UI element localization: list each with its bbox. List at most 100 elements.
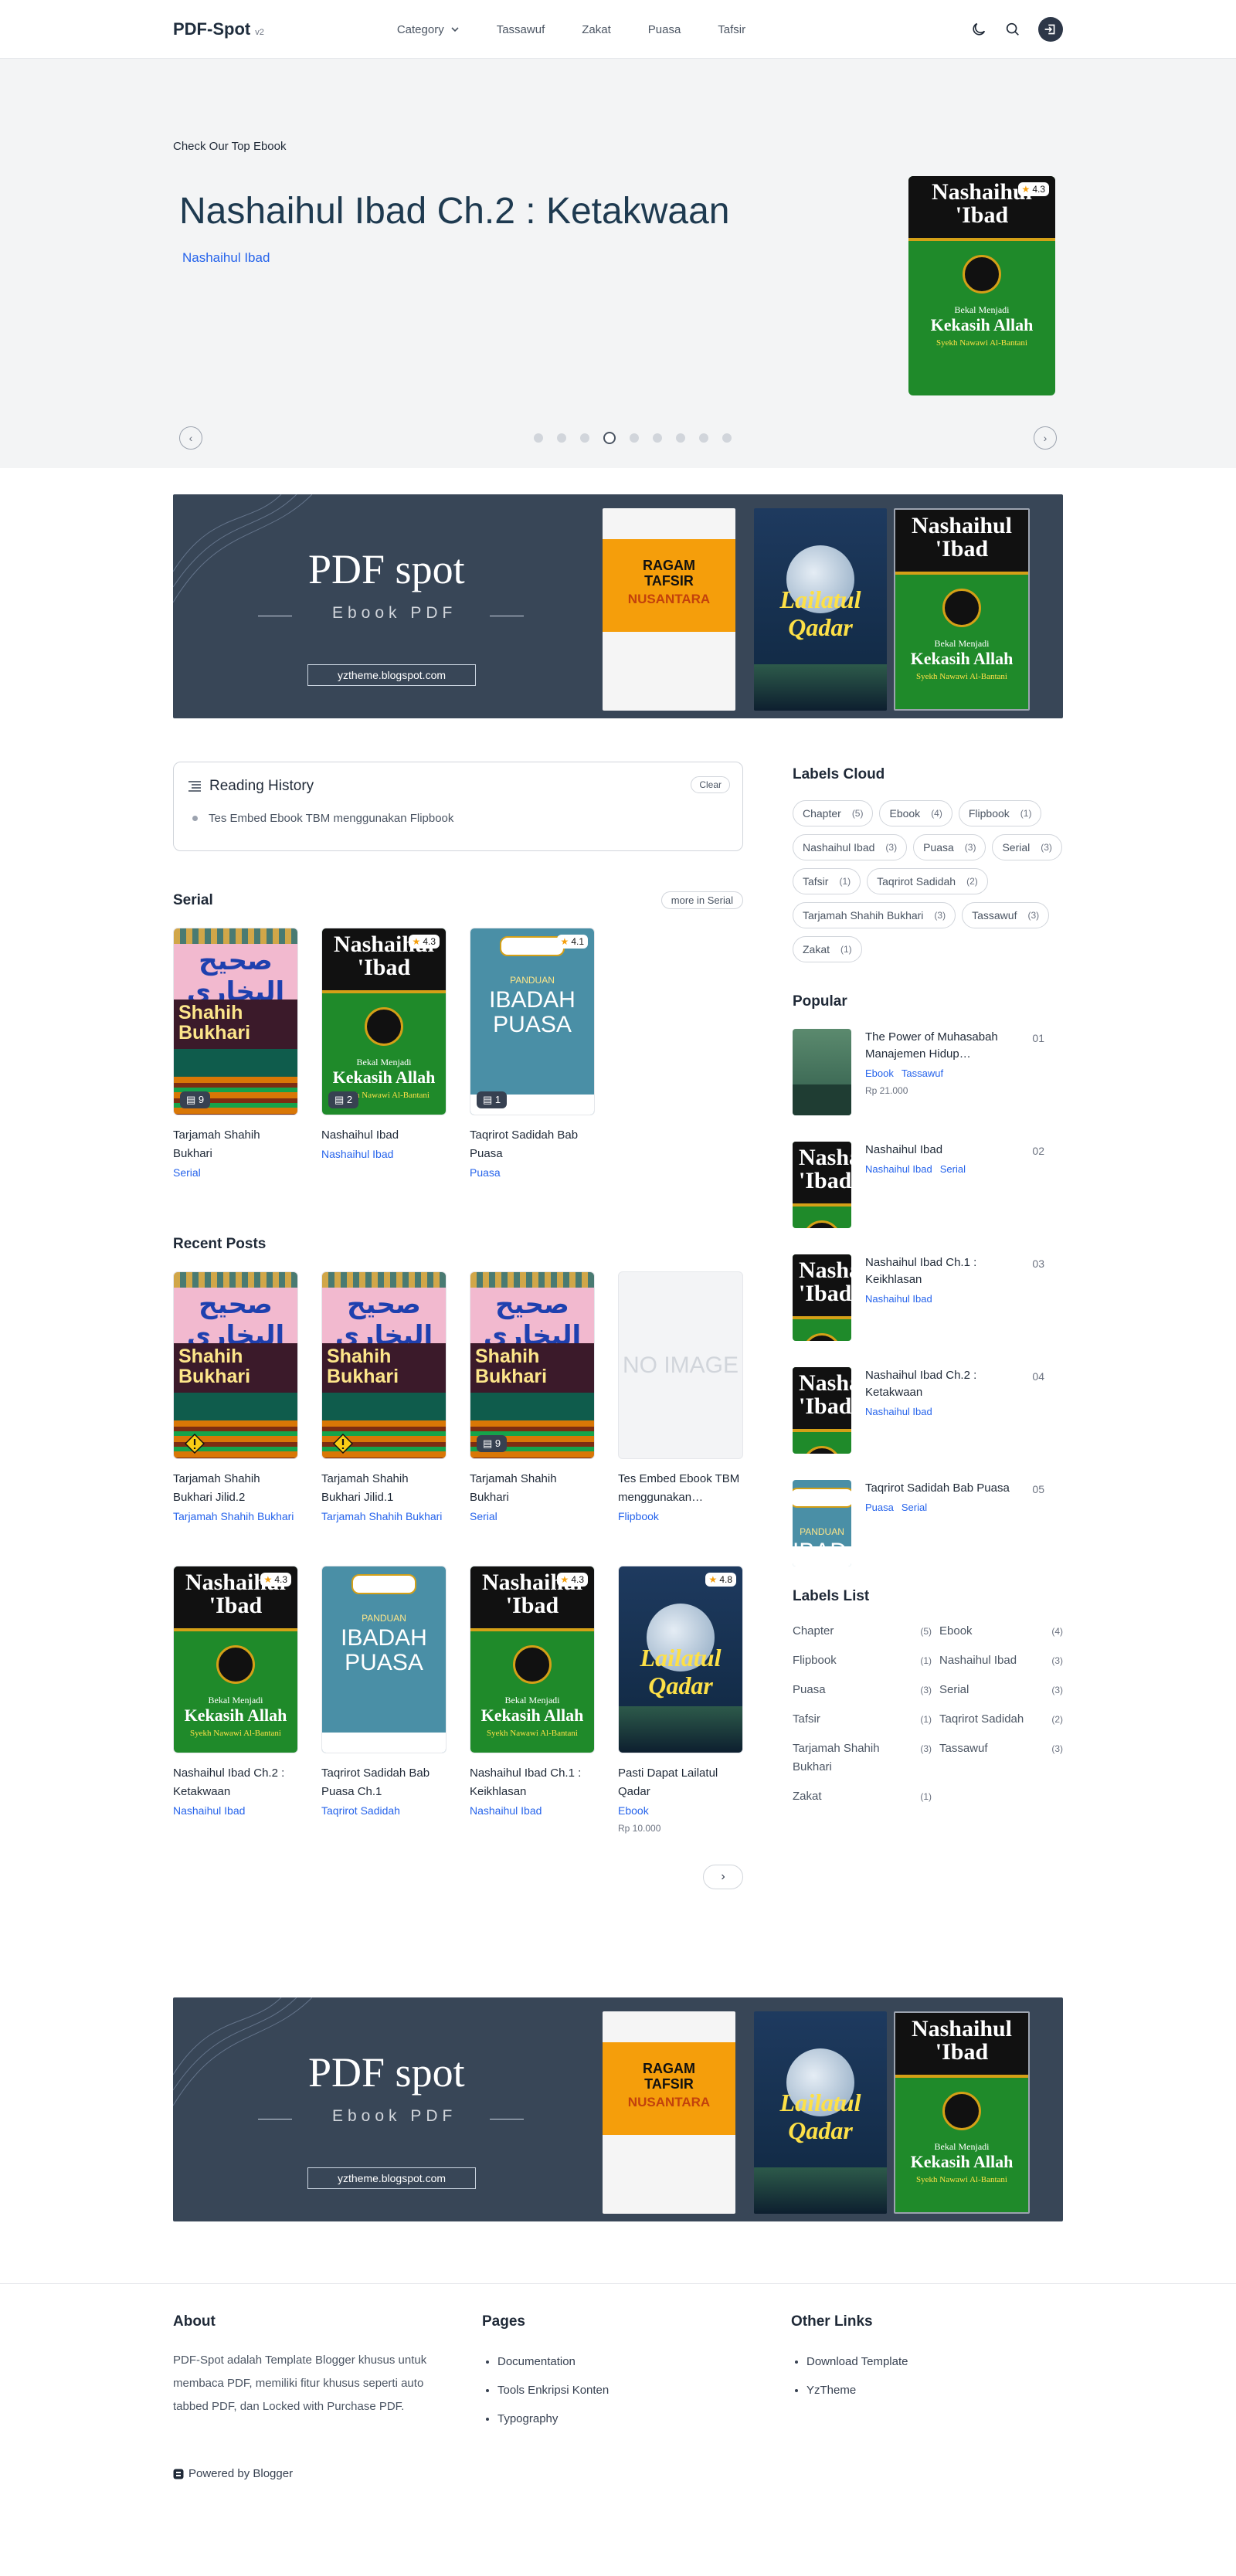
login-icon[interactable] (1038, 17, 1063, 42)
footer-link-typography[interactable]: Typography (497, 2405, 791, 2433)
nav-category[interactable]: Category (397, 23, 460, 36)
slider-dot[interactable] (653, 433, 662, 443)
serial-card[interactable]: صحيح البخاري Shahih Bukhari ▤ 9 Tarjamah… (173, 928, 298, 1179)
popular-item[interactable]: Nashaihul 'Ibad Bekal Menjadi Kekasih Al… (793, 1254, 1063, 1349)
label-list-item[interactable]: Tassawuf (3) (939, 1739, 1063, 1777)
post-card[interactable]: Nashaihul 'Ibad Bekal Menjadi Kekasih Al… (173, 1566, 298, 1834)
hero-cover[interactable]: Nashaihul 'Ibad Bekal Menjadi Kekasih Al… (908, 176, 1055, 395)
footer-link-yztheme[interactable]: YzTheme (806, 2376, 1063, 2405)
popular-title[interactable]: Nashaihul Ibad Ch.2 : Ketakwaan (865, 1367, 1020, 1401)
more-serial-button[interactable]: more in Serial (660, 891, 743, 909)
card-label[interactable]: Taqrirot Sadidah (321, 1804, 447, 1817)
footer-link-documentation[interactable]: Documentation (497, 2347, 791, 2376)
footer-link-download[interactable]: Download Template (806, 2347, 1063, 2376)
label-chip[interactable]: Tarjamah Shahih Bukhari (3) (793, 902, 956, 928)
popular-label[interactable]: Nashaihul Ibad (865, 1406, 932, 1417)
promo-banner-bottom[interactable]: PDF spot Ebook PDF yztheme.blogspot.com … (173, 1997, 1063, 2221)
label-chip[interactable]: Puasa (3) (913, 834, 986, 860)
powered-by[interactable]: Powered by Blogger (173, 2467, 1063, 2480)
popular-cover[interactable]: Nashaihul 'Ibad Bekal Menjadi Kekasih Al… (793, 1142, 851, 1228)
popular-label[interactable]: Serial (940, 1163, 966, 1175)
slider-prev-button[interactable]: ‹ (179, 426, 202, 450)
promo-banner[interactable]: PDF spot Ebook PDF yztheme.blogspot.com … (173, 494, 1063, 718)
slider-dot[interactable] (699, 433, 708, 443)
slider-dot[interactable] (557, 433, 566, 443)
label-list-item[interactable]: Ebook (4) (939, 1622, 1063, 1641)
post-card[interactable]: PANDUAN IBADAH PUASA Taqrirot Sadidah Ba… (321, 1566, 447, 1834)
card-label[interactable]: Nashaihul Ibad (470, 1804, 595, 1817)
card-label[interactable]: Serial (173, 1166, 298, 1179)
dark-mode-icon[interactable] (970, 21, 987, 38)
popular-item[interactable]: The Power of Muhasabah Manajemen Hidup… E… (793, 1029, 1063, 1123)
card-title[interactable]: Tarjamah Shahih Bukhari (470, 1470, 595, 1507)
footer-link-tools[interactable]: Tools Enkripsi Konten (497, 2376, 791, 2405)
popular-cover[interactable]: Nashaihul 'Ibad Bekal Menjadi Kekasih Al… (793, 1367, 851, 1454)
nav-puasa[interactable]: Puasa (648, 23, 681, 36)
popular-cover[interactable]: Nashaihul 'Ibad Bekal Menjadi Kekasih Al… (793, 1254, 851, 1341)
label-chip[interactable]: Tassawuf (3) (962, 902, 1050, 928)
slider-dot[interactable] (630, 433, 639, 443)
label-chip[interactable]: Taqrirot Sadidah (2) (867, 868, 988, 894)
card-title[interactable]: Tarjamah Shahih Bukhari Jilid.2 (173, 1470, 298, 1507)
card-title[interactable]: Taqrirot Sadidah Bab Puasa Ch.1 (321, 1764, 447, 1801)
slider-dot[interactable] (534, 433, 543, 443)
card-title[interactable]: Nashaihul Ibad Ch.1 : Keikhlasan (470, 1764, 595, 1801)
serial-card[interactable]: PANDUAN IBADAH PUASA ★ 4.1 ▤ 1 Taqrirot Sa… (470, 928, 595, 1179)
popular-item[interactable]: Nashaihul 'Ibad Bekal Menjadi Kekasih Al… (793, 1142, 1063, 1236)
slider-dot[interactable] (603, 432, 616, 444)
popular-title[interactable]: Nashaihul Ibad Ch.1 : Keikhlasan (865, 1254, 1020, 1288)
card-label[interactable]: Serial (470, 1510, 595, 1522)
search-icon[interactable] (1004, 21, 1021, 38)
label-chip[interactable]: Serial (3) (992, 834, 1062, 860)
nav-tassawuf[interactable]: Tassawuf (497, 23, 545, 36)
card-label[interactable]: Tarjamah Shahih Bukhari (321, 1510, 447, 1522)
label-chip[interactable]: Flipbook (1) (958, 800, 1042, 826)
label-list-item[interactable]: Tarjamah Shahih Bukhari (3) (793, 1739, 932, 1777)
card-title[interactable]: Tarjamah Shahih Bukhari (173, 1126, 298, 1163)
popular-item[interactable]: Nashaihul 'Ibad Bekal Menjadi Kekasih Al… (793, 1367, 1063, 1461)
label-list-item[interactable]: Nashaihul Ibad (3) (939, 1651, 1063, 1670)
post-card[interactable]: صحيح البخاري Shahih Bukhari Tarjamah Sha… (173, 1271, 298, 1522)
label-chip[interactable]: Ebook (4) (879, 800, 952, 826)
popular-cover[interactable] (793, 1029, 851, 1115)
popular-label[interactable]: Ebook (865, 1067, 894, 1079)
label-list-item[interactable]: Tafsir (1) (793, 1710, 932, 1729)
slider-dot[interactable] (722, 433, 732, 443)
nav-tafsir[interactable]: Tafsir (718, 23, 745, 36)
next-page-button[interactable]: › (703, 1865, 743, 1889)
card-label[interactable]: Flipbook (618, 1510, 743, 1522)
popular-label[interactable]: Nashaihul Ibad (865, 1293, 932, 1305)
nav-zakat[interactable]: Zakat (582, 23, 611, 36)
popular-label[interactable]: Tassawuf (902, 1067, 943, 1079)
label-list-item[interactable]: Taqrirot Sadidah (2) (939, 1710, 1063, 1729)
label-chip[interactable]: Chapter (5) (793, 800, 874, 826)
post-card[interactable]: صحيح البخاري Shahih Bukhari ▤ 9 Tarjamah… (470, 1271, 595, 1522)
card-label[interactable]: Nashaihul Ibad (173, 1804, 298, 1817)
label-list-item[interactable]: Chapter (5) (793, 1622, 932, 1641)
serial-card[interactable]: Nashaihul 'Ibad Bekal Menjadi Kekasih Al… (321, 928, 447, 1179)
clear-history-button[interactable]: Clear (691, 776, 730, 793)
slider-next-button[interactable]: › (1034, 426, 1057, 450)
card-title[interactable]: Tes Embed Ebook TBM menggunakan… (618, 1470, 743, 1507)
card-title[interactable]: Nashaihul Ibad (321, 1126, 447, 1145)
hero-title[interactable]: Nashaihul Ibad Ch.2 : Ketakwaan (179, 190, 729, 232)
label-chip[interactable]: Tafsir (1) (793, 868, 861, 894)
label-list-item[interactable]: Puasa (3) (793, 1681, 932, 1699)
slider-dot[interactable] (580, 433, 589, 443)
popular-label[interactable]: Puasa (865, 1502, 894, 1513)
card-label[interactable]: Ebook (618, 1804, 743, 1817)
card-label[interactable]: Nashaihul Ibad (321, 1148, 447, 1160)
card-label[interactable]: Puasa (470, 1166, 595, 1179)
site-logo[interactable]: PDF-Spot v2 (173, 19, 264, 39)
post-card[interactable]: NO IMAGE Tes Embed Ebook TBM menggunakan… (618, 1271, 743, 1522)
popular-label[interactable]: Nashaihul Ibad (865, 1163, 932, 1175)
card-title[interactable]: Taqrirot Sadidah Bab Puasa (470, 1126, 595, 1163)
card-title[interactable]: Tarjamah Shahih Bukhari Jilid.1 (321, 1470, 447, 1507)
card-title[interactable]: Nashaihul Ibad Ch.2 : Ketakwaan (173, 1764, 298, 1801)
popular-title[interactable]: The Power of Muhasabah Manajemen Hidup… (865, 1029, 1020, 1063)
label-list-item[interactable]: Flipbook (1) (793, 1651, 932, 1670)
popular-title[interactable]: Nashaihul Ibad (865, 1142, 1020, 1159)
popular-title[interactable]: Taqrirot Sadidah Bab Puasa (865, 1480, 1020, 1497)
popular-label[interactable]: Serial (902, 1502, 927, 1513)
label-list-item[interactable]: Serial (3) (939, 1681, 1063, 1699)
